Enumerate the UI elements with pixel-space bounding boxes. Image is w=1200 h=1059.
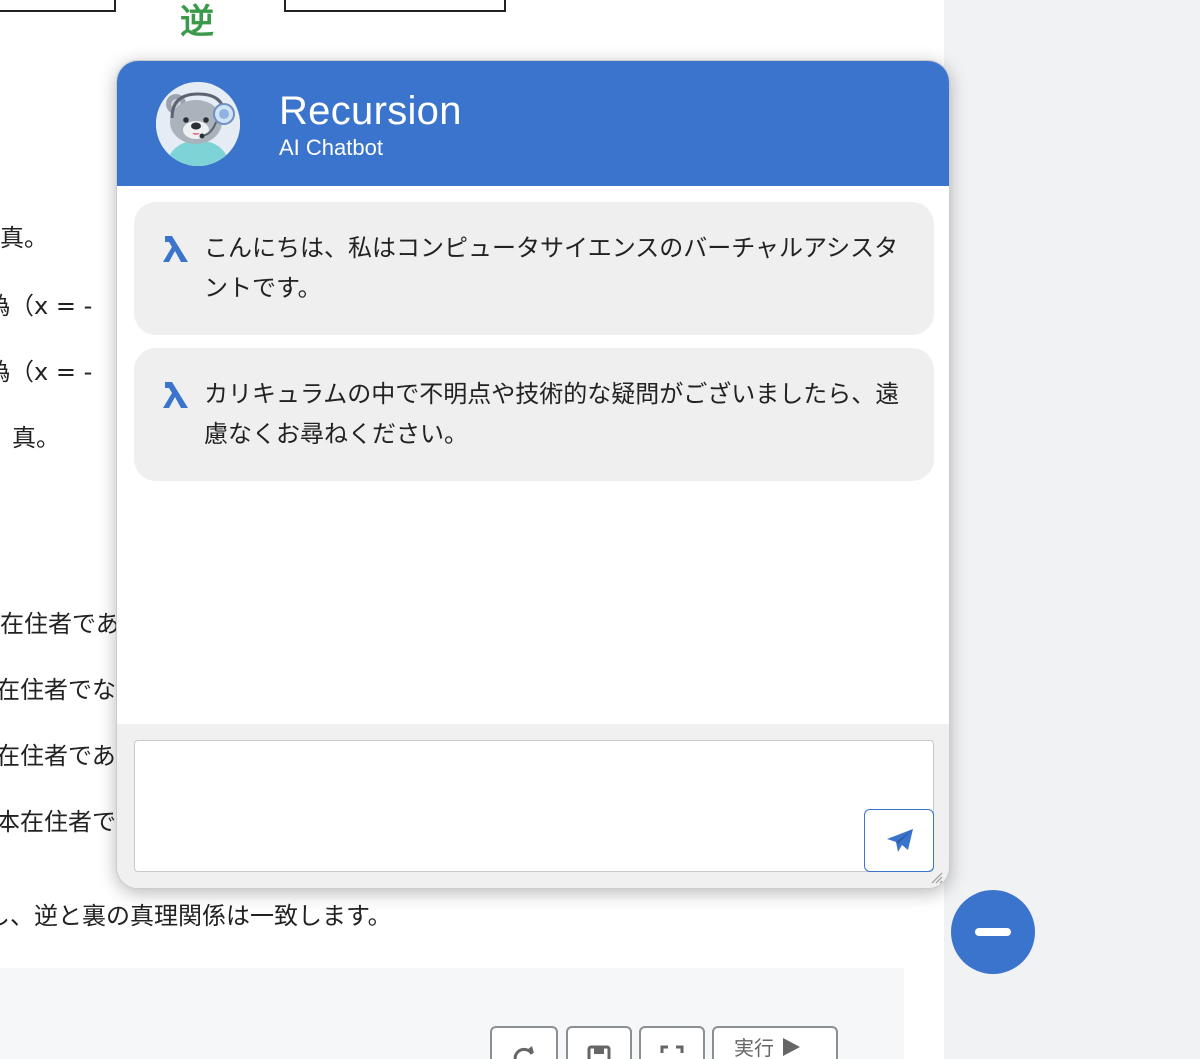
message-composer <box>117 724 949 888</box>
fullscreen-button[interactable] <box>639 1026 705 1059</box>
chat-message-input[interactable] <box>134 740 934 872</box>
lambda-icon <box>163 382 188 408</box>
run-button-label: 実行 <box>734 1036 774 1059</box>
text-line-5: 在住者であ <box>0 610 120 638</box>
paper-plane-icon <box>887 829 913 852</box>
chatbot-header: Recursion AI Chatbot <box>117 61 949 186</box>
refresh-icon <box>513 1046 534 1059</box>
bot-message-text: こんにちは、私はコンピュータサイエンスのバーチャルアシスタントです。 <box>204 234 899 302</box>
text-line-6: 在住者でな <box>0 676 116 704</box>
resize-grip-icon[interactable] <box>929 870 943 884</box>
text-line-9: し、逆と裏の真理関係は一致します。 <box>0 902 392 930</box>
bot-message-text: カリキュラムの中で不明点や技術的な疑問がございましたら、遠慮なくお尋ねください。 <box>204 380 900 448</box>
diagram-box-right <box>284 0 506 12</box>
reset-button[interactable] <box>490 1026 558 1059</box>
bear-avatar-icon <box>156 82 240 166</box>
chatbot-subtitle: AI Chatbot <box>279 135 383 160</box>
run-button[interactable]: 実行 <box>712 1026 838 1059</box>
text-line-8: 本在住者で <box>0 808 116 836</box>
text-line-3: 偽（x = - <box>0 358 93 386</box>
save-icon <box>587 1045 611 1059</box>
text-line-7: 在住者であ <box>0 742 116 770</box>
bot-message: こんにちは、私はコンピュータサイエンスのバーチャルアシスタントです。 <box>134 202 934 335</box>
text-line-4: 、真。 <box>0 424 60 452</box>
send-button[interactable] <box>864 809 934 872</box>
save-button[interactable] <box>566 1026 632 1059</box>
diagram-box-left <box>0 0 116 12</box>
message-list: こんにちは、私はコンピュータサイエンスのバーチャルアシスタントです。 カリキュラ… <box>117 186 949 724</box>
text-line-1: 真。 <box>0 224 48 252</box>
bot-message: カリキュラムの中で不明点や技術的な疑問がございましたら、遠慮なくお尋ねください。 <box>134 348 934 481</box>
text-line-2: 偽（x = - <box>0 292 93 320</box>
chatbot-title: Recursion <box>279 89 462 133</box>
play-icon <box>783 1038 801 1056</box>
diagram-label-converse: 逆 <box>180 2 214 42</box>
minus-icon <box>975 928 1011 936</box>
minimize-chat-button[interactable] <box>951 890 1035 974</box>
expand-icon <box>660 1045 684 1053</box>
chatbot-window: Recursion AI Chatbot こんにちは、私はコンピュータサイエンス… <box>116 60 950 889</box>
lambda-icon <box>163 236 188 262</box>
